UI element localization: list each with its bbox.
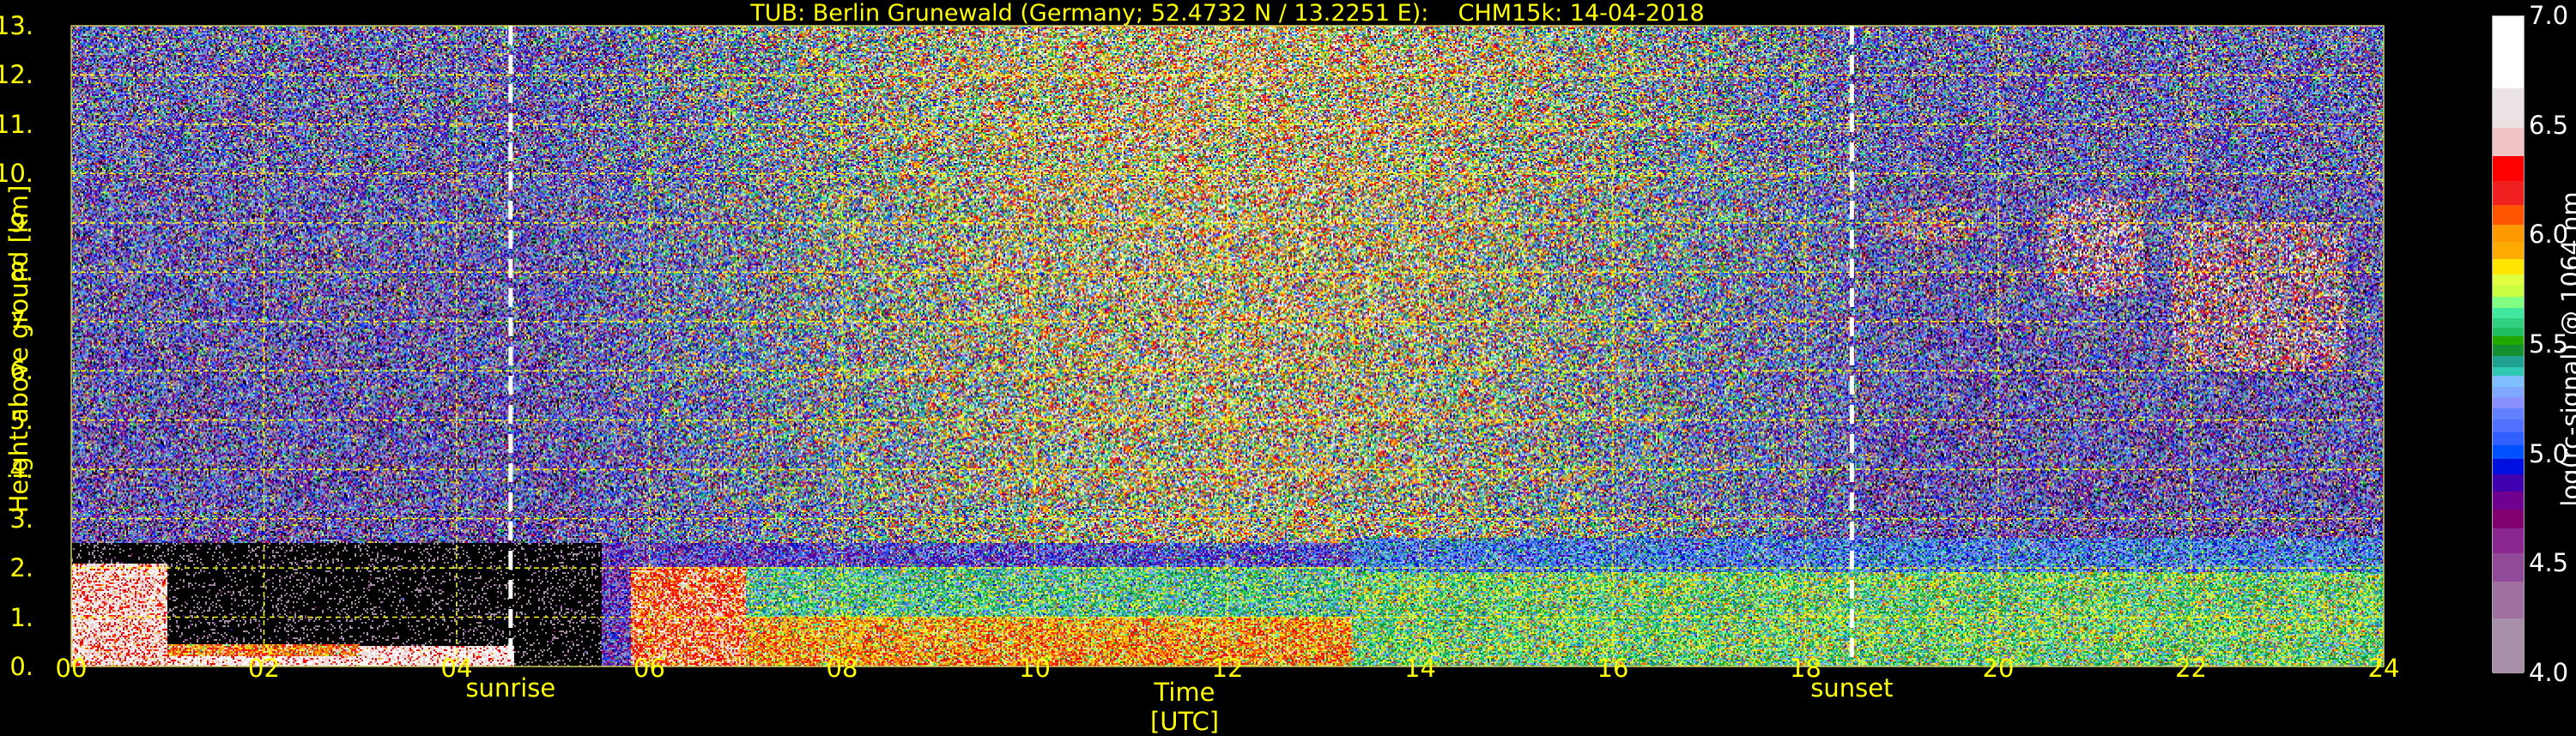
sunrise-label: sunrise (465, 673, 556, 703)
colorbar-tick-label: 7.0 (2529, 1, 2569, 30)
y-tick-label: 12. (0, 60, 33, 90)
colorbar-band (2493, 88, 2524, 129)
colorbar-band (2493, 307, 2524, 319)
x-tick-label: 20 (1982, 654, 2015, 683)
colorbar-band (2493, 366, 2524, 377)
colorbar-band (2493, 458, 2524, 475)
y-tick-label: 0. (9, 652, 33, 681)
grid-overlay (70, 25, 2385, 667)
colorbar-band (2493, 156, 2524, 181)
colorbar (2492, 15, 2524, 674)
colorbar-band (2493, 552, 2524, 582)
x-tick-label: 02 (248, 654, 280, 683)
x-tick-label: 00 (55, 654, 88, 683)
colorbar-band (2493, 286, 2524, 298)
colorbar-band (2493, 528, 2524, 554)
colorbar-band (2493, 419, 2524, 433)
y-tick-label: 1. (9, 602, 33, 632)
colorbar-label: log(rc-signal) @ 1064 nm (2556, 191, 2576, 507)
colorbar-band (2493, 445, 2524, 460)
colorbar-band (2493, 432, 2524, 446)
colorbar-band (2493, 318, 2524, 329)
colorbar-band (2493, 509, 2524, 529)
colorbar-band (2493, 204, 2524, 226)
colorbar-band (2493, 259, 2524, 275)
colorbar-band (2493, 16, 2524, 89)
x-tick-label: 22 (2175, 654, 2207, 683)
colorbar-band (2493, 335, 2524, 346)
colorbar-band (2493, 581, 2524, 619)
colorbar-band (2493, 386, 2524, 398)
x-tick-label: 24 (2367, 654, 2400, 683)
colorbar-band (2493, 618, 2524, 674)
x-tick-label: 14 (1404, 654, 1436, 683)
y-tick-label: 2. (9, 553, 33, 583)
x-tick-label: 10 (1019, 654, 1051, 683)
chart-title: TUB: Berlin Grunewald (Germany; 52.4732 … (750, 0, 1705, 27)
colorbar-tick-label: 4.0 (2529, 658, 2569, 687)
x-tick-label: 06 (633, 654, 665, 683)
sunset-label: sunset (1810, 673, 1894, 703)
y-tick-label: 13. (0, 11, 33, 40)
x-tick-label: 08 (826, 654, 858, 683)
colorbar-band (2493, 355, 2524, 368)
x-axis-label: Time [UTC] (1149, 678, 1220, 736)
colorbar-band (2493, 492, 2524, 510)
colorbar-band (2493, 375, 2524, 387)
plot-area (70, 25, 2385, 667)
colorbar-tick-label: 6.5 (2529, 110, 2569, 140)
colorbar-band (2493, 327, 2524, 337)
colorbar-band (2493, 274, 2524, 287)
colorbar-band (2493, 241, 2524, 260)
colorbar-band (2493, 408, 2524, 420)
colorbar-band (2493, 224, 2524, 243)
colorbar-band (2493, 474, 2524, 492)
y-tick-label: 11. (0, 109, 33, 139)
colorbar-band (2493, 180, 2524, 206)
y-axis-label: Height above ground [km] (4, 184, 33, 514)
colorbar-band (2493, 296, 2524, 309)
colorbar-tick-label: 4.5 (2529, 548, 2569, 578)
colorbar-band (2493, 345, 2524, 357)
colorbar-band (2493, 128, 2524, 157)
colorbar-band (2493, 397, 2524, 409)
x-tick-label: 16 (1597, 654, 1629, 683)
